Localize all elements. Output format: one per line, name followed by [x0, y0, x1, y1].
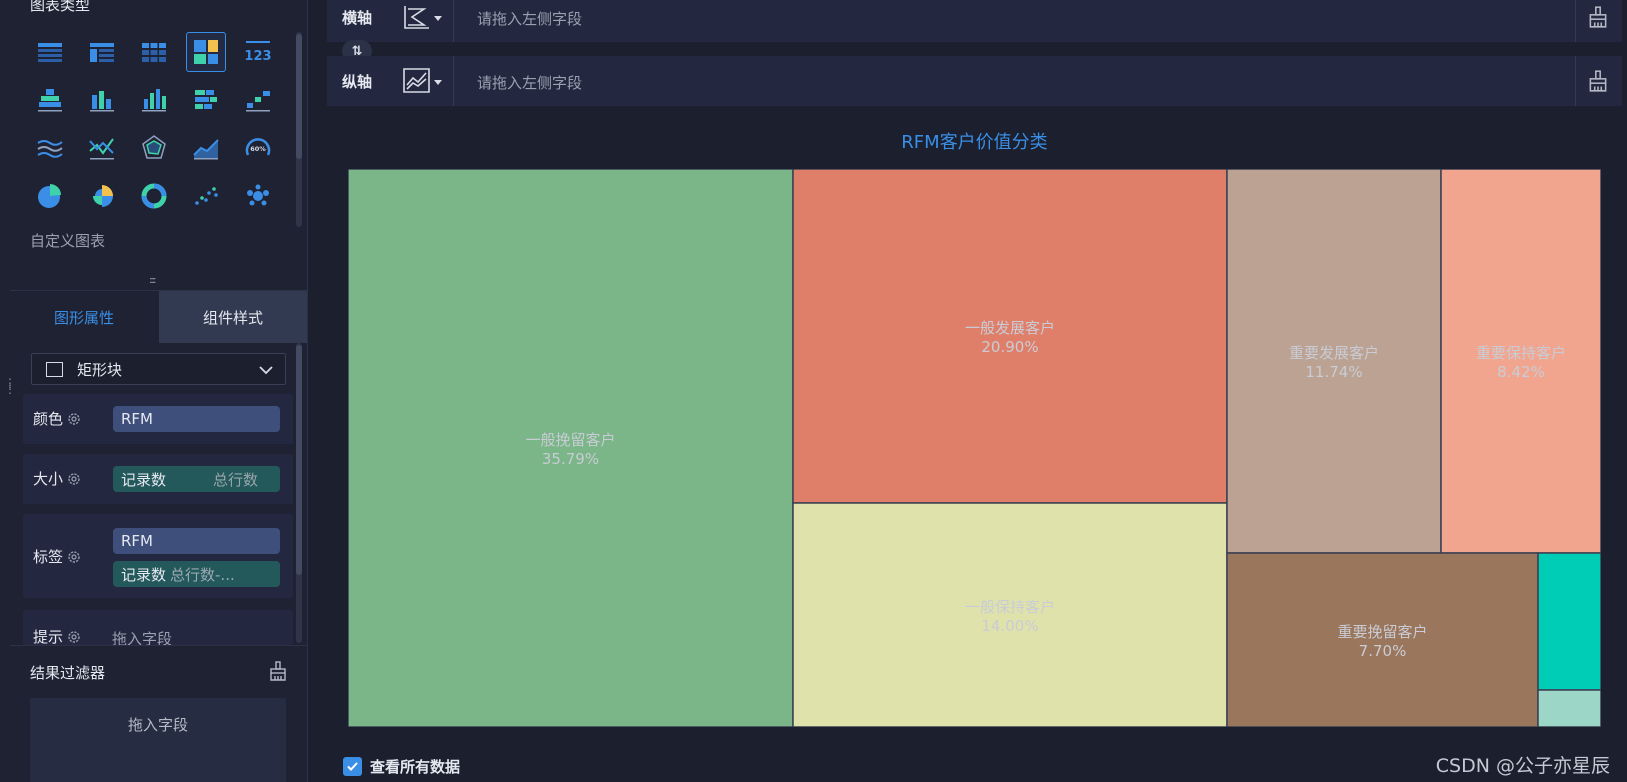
treemap-label-name: 重要挽留客户 — [1337, 623, 1427, 641]
svg-text:123: 123 — [244, 49, 271, 64]
size-property-row: 大小 记录数 总行数 — [23, 454, 293, 504]
scrollbar-thumb[interactable] — [296, 345, 302, 575]
treemap-label-percent: 7.70% — [1359, 642, 1407, 660]
treemap-svg: 一般挽留客户35.79% 一般发展客户20.90% 一般保持客户14.00% 重要发展… — [348, 169, 1601, 727]
label-property-row: 标签 RFM 记录数 总行数-... — [23, 514, 293, 598]
tab-graph-properties[interactable]: 图形属性 — [10, 291, 158, 343]
y-axis-drop-zone[interactable]: 请拖入左侧字段 — [477, 72, 582, 93]
treemap-tile-unlabeled-b[interactable] — [1537, 689, 1601, 727]
treemap-chart[interactable]: 一般挽留客户 35.79% 一般发展客户 20.90% 一般保持客户 14.00% 重要发展… — [348, 169, 1601, 727]
label-count-pill[interactable]: 记录数 总行数-... — [113, 561, 280, 587]
color-property-row: 颜色 RFM — [23, 394, 293, 444]
gear-icon[interactable] — [67, 472, 81, 486]
checkbox-checked-icon[interactable] — [343, 757, 362, 776]
x-axis-label: 横轴 — [342, 9, 373, 27]
tab-component-style[interactable]: 组件样式 — [159, 291, 307, 343]
view-all-data-label: 查看所有数据 — [370, 758, 461, 776]
bubble-chart-icon[interactable] — [238, 176, 278, 216]
column-chart-icon[interactable] — [134, 80, 174, 120]
color-label: 颜色 — [33, 410, 64, 428]
treemap-label-name: 重要发展客户 — [1289, 344, 1379, 362]
chart-title: RFM客户价值分类 — [901, 132, 1048, 153]
kpi-number-icon[interactable]: 123 — [238, 32, 278, 72]
scatter-chart-icon[interactable] — [186, 176, 226, 216]
size-field-pill[interactable]: 记录数 总行数 — [113, 466, 280, 492]
chart-type-scrollbar[interactable] — [296, 32, 302, 227]
treemap-label-name: 一般发展客户 — [965, 319, 1055, 337]
caret-down-icon[interactable] — [433, 78, 443, 86]
clear-broom-icon[interactable] — [267, 660, 289, 682]
area-chart-icon[interactable] — [186, 128, 226, 168]
shape-select-value: 矩形块 — [77, 360, 123, 379]
step-chart-icon[interactable] — [238, 80, 278, 120]
x-axis-chart-icon[interactable] — [400, 1, 432, 33]
drag-handle-icon[interactable]: ⋮ ⋮ — [4, 377, 16, 395]
gear-icon[interactable] — [67, 630, 81, 644]
treemap-label-percent: 20.90% — [981, 338, 1038, 356]
treemap-label-name: 重要保持客户 — [1476, 344, 1566, 362]
x-axis-bar: 横轴 请拖入左侧字段 — [327, 0, 1622, 42]
filter-drop-zone[interactable]: 拖入字段 — [30, 698, 286, 782]
splitter-handle[interactable]: :::: — [149, 276, 167, 286]
custom-chart-label[interactable]: 自定义图表 — [30, 230, 105, 251]
result-filter-title: 结果过滤器 — [30, 664, 106, 682]
treemap-tile-unlabeled-a[interactable] — [1537, 552, 1601, 691]
horizontal-bar-icon[interactable] — [186, 80, 226, 120]
rose-pie-icon[interactable] — [82, 176, 122, 216]
detail-table-icon[interactable] — [134, 32, 174, 72]
svg-text:60%: 60% — [250, 145, 266, 153]
gear-icon[interactable] — [67, 412, 81, 426]
view-all-data-checkbox[interactable]: 查看所有数据 — [343, 756, 460, 777]
stacked-bar-icon[interactable] — [30, 80, 70, 120]
y-axis-chart-icon[interactable] — [400, 65, 432, 97]
tip-label: 提示 — [33, 628, 64, 646]
y-axis-bar: 纵轴 请拖入左侧字段 — [327, 56, 1622, 106]
treemap-label-percent: 14.00% — [981, 617, 1038, 635]
chart-type-grid: 123 60% — [30, 32, 280, 232]
chart-type-title: 图表类型 — [30, 0, 91, 14]
x-axis-drop-zone[interactable]: 请拖入左侧字段 — [477, 8, 582, 29]
treemap-label-name: 一般保持客户 — [965, 598, 1055, 616]
cross-table-icon[interactable] — [82, 32, 122, 72]
treemap-label-percent: 11.74% — [1305, 363, 1362, 381]
radar-chart-icon[interactable] — [134, 128, 174, 168]
grouped-bar-icon[interactable] — [82, 80, 122, 120]
caret-down-icon[interactable] — [433, 14, 443, 22]
donut-chart-icon[interactable] — [134, 176, 174, 216]
shape-select[interactable]: 矩形块 — [31, 353, 286, 385]
size-label: 大小 — [33, 470, 64, 488]
table-icon[interactable] — [30, 32, 70, 72]
line-chart-icon[interactable] — [82, 128, 122, 168]
size-aggregation: 总行数 — [212, 470, 258, 489]
color-field-pill[interactable]: RFM — [113, 406, 280, 432]
clear-broom-icon[interactable] — [1586, 5, 1610, 29]
label-label: 标签 — [33, 548, 64, 566]
watermark: CSDN @公子亦星辰 — [1435, 755, 1610, 777]
multi-line-icon[interactable] — [30, 128, 70, 168]
treemap-label-percent: 8.42% — [1497, 363, 1545, 381]
left-panel: 图表类型 123 60% 自定义图表:::: ⋮ ⋮ 图形属性 组件样式 矩形… — [0, 0, 308, 782]
scrollbar-thumb[interactable] — [296, 34, 302, 159]
result-filter-section: 结果过滤器 拖入字段 — [10, 645, 307, 782]
treemap-label-name: 一般挽留客户 — [525, 431, 615, 449]
treemap-icon[interactable] — [186, 32, 226, 72]
property-tabs: 图形属性 组件样式 — [10, 290, 307, 343]
y-axis-label: 纵轴 — [342, 73, 373, 91]
properties-scrollbar[interactable] — [296, 343, 302, 643]
pie-chart-icon[interactable] — [30, 176, 70, 216]
chevron-down-icon — [259, 366, 273, 375]
treemap-label-percent: 35.79% — [542, 450, 599, 468]
gear-icon[interactable] — [67, 550, 81, 564]
label-field-pill[interactable]: RFM — [113, 528, 280, 554]
rectangle-icon — [46, 361, 63, 377]
gauge-chart-icon[interactable]: 60% — [238, 128, 278, 168]
clear-broom-icon[interactable] — [1586, 69, 1610, 93]
